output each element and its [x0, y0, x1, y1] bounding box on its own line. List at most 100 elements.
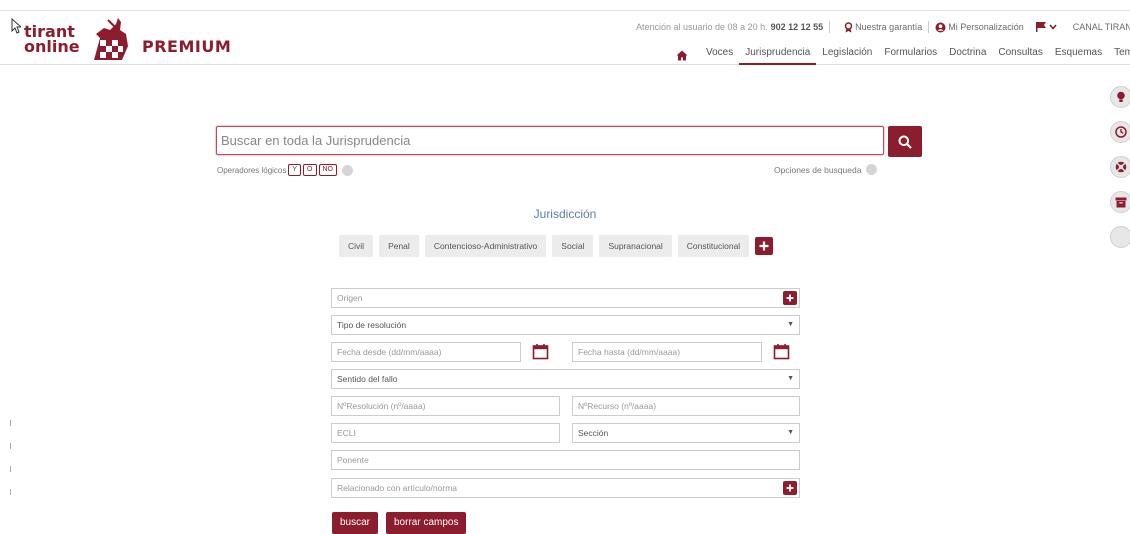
ribbon-icon: [844, 21, 853, 32]
sentido-fallo-value: Sentido del fallo: [337, 374, 398, 384]
guarantee-link[interactable]: Nuestra garantía: [844, 21, 922, 33]
nav-esquemas[interactable]: Esquemas: [1049, 46, 1108, 64]
num-resolucion-placeholder: NºResolución (nº/aaaa): [337, 401, 426, 411]
operators-label: Operadores lógicos: [217, 165, 287, 175]
search-input[interactable]: [216, 126, 884, 155]
home-link[interactable]: [670, 50, 694, 61]
help-icon[interactable]: [342, 164, 353, 176]
mouse-cursor-icon: [11, 18, 21, 34]
edge-tick: [10, 443, 11, 449]
add-jurisdiction-button[interactable]: [755, 237, 774, 255]
ecli-placeholder: ECLI: [337, 428, 356, 438]
operator-y-button[interactable]: Y: [288, 164, 302, 176]
tab-contencioso[interactable]: Contencioso-Administrativo: [424, 235, 547, 257]
nav-legislacion[interactable]: Legislación: [816, 46, 878, 64]
operator-no-button[interactable]: NO: [318, 164, 337, 176]
jurisdiction-title: Jurisdicción: [533, 207, 597, 221]
personalization-label: Mi Personalización: [948, 22, 1024, 32]
side-extra-button[interactable]: [1110, 226, 1130, 248]
side-bulb-button[interactable]: [1110, 86, 1130, 108]
premium-label: PREMIUM: [142, 37, 232, 56]
main-nav: Voces Jurisprudencia Legislación Formula…: [670, 46, 1130, 65]
tab-supranacional[interactable]: Supranacional: [599, 235, 672, 257]
home-icon: [676, 50, 688, 60]
help-icon[interactable]: [866, 164, 878, 175]
relacionado-field[interactable]: Relacionado con artículo/norma: [331, 478, 800, 498]
num-resolucion-input[interactable]: NºResolución (nº/aaaa): [331, 396, 560, 416]
relacionado-placeholder: Relacionado con artículo/norma: [337, 483, 458, 493]
canal-tirant-menu[interactable]: CANAL TIRANT: [1073, 22, 1130, 32]
fecha-desde-input[interactable]: Fecha desde (dd/mm/aaaa): [331, 342, 521, 362]
attention-hours: Atención al usuario de 08 a 20 h.: [636, 22, 768, 32]
nav-doctrina[interactable]: Doctrina: [943, 46, 992, 64]
nav-consultas[interactable]: Consultas: [992, 46, 1048, 64]
search-bar: [216, 126, 922, 157]
support-phone: 902 12 12 55: [770, 22, 824, 32]
ecli-input[interactable]: ECLI: [331, 423, 560, 443]
top-info-bar: Atención al usuario de 08 a 20 h. 902 12…: [636, 21, 1130, 33]
tab-social[interactable]: Social: [552, 235, 594, 257]
left-edge-marks: [10, 420, 11, 512]
flag-icon: [1035, 22, 1046, 32]
personalization-link[interactable]: Mi Personalización: [935, 22, 1024, 33]
plus-icon: [786, 484, 794, 492]
language-selector[interactable]: [1035, 22, 1059, 32]
fecha-hasta-placeholder: Fecha hasta (dd/mm/aaaa): [578, 347, 681, 357]
divider: [829, 21, 831, 33]
nav-formularios[interactable]: Formularios: [878, 46, 943, 64]
top-border: [0, 10, 1130, 11]
nav-jurisprudencia[interactable]: Jurisprudencia: [739, 46, 817, 65]
sentido-fallo-select[interactable]: Sentido del fallo ▼: [331, 369, 800, 389]
search-options[interactable]: Opciones de busqueda: [774, 164, 878, 175]
knight-logo-icon: [93, 18, 128, 60]
archive-icon: [1115, 197, 1127, 207]
header-divider: [0, 64, 1130, 65]
lifebuoy-icon: [1115, 161, 1127, 173]
tipo-resolucion-select[interactable]: Tipo de resolución ▼: [331, 315, 800, 335]
edge-tick: [10, 466, 11, 472]
user-icon: [935, 22, 946, 32]
calendar-icon[interactable]: [773, 343, 790, 360]
calendar-icon[interactable]: [532, 343, 549, 360]
logical-operators: Operadores lógicos Y O NO: [217, 164, 353, 176]
origen-field[interactable]: Origen: [331, 288, 800, 308]
tab-civil[interactable]: Civil: [339, 235, 374, 257]
logo-text: tirant online: [24, 24, 80, 55]
tab-penal[interactable]: Penal: [379, 235, 419, 257]
side-help-button[interactable]: [1110, 156, 1130, 178]
ponente-placeholder: Ponente: [337, 455, 369, 465]
add-origen-button[interactable]: [783, 291, 797, 305]
tirant-logo[interactable]: tirant online: [24, 16, 132, 62]
clock-icon: [1115, 126, 1127, 138]
buscar-button[interactable]: buscar: [332, 512, 379, 534]
borrar-campos-button[interactable]: borrar campos: [386, 512, 467, 534]
caret-down-icon: ▼: [787, 375, 794, 382]
bulb-icon: [1117, 91, 1125, 102]
caret-down-icon: ▼: [787, 429, 794, 436]
num-recurso-placeholder: NºRecurso (nº/aaaa): [578, 401, 657, 411]
nav-temas[interactable]: Temas: [1108, 46, 1130, 64]
divider: [928, 21, 930, 33]
fecha-hasta-input[interactable]: Fecha hasta (dd/mm/aaaa): [572, 342, 762, 362]
plus-icon: [759, 241, 769, 251]
search-button[interactable]: [888, 126, 922, 157]
operator-o-button[interactable]: O: [303, 164, 317, 176]
seccion-select[interactable]: Sección ▼: [572, 423, 800, 443]
edge-tick: [10, 420, 11, 426]
caret-down-icon: ▼: [787, 321, 794, 328]
fecha-desde-placeholder: Fecha desde (dd/mm/aaaa): [337, 347, 442, 357]
side-toolbar: [1110, 86, 1130, 261]
canal-label: CANAL TIRANT: [1072, 22, 1130, 32]
edge-tick: [10, 489, 11, 495]
seccion-value: Sección: [578, 428, 609, 438]
add-relacionado-button[interactable]: [783, 481, 797, 495]
num-recurso-input[interactable]: NºRecurso (nº/aaaa): [572, 396, 800, 416]
chevron-down-icon: [1049, 24, 1057, 30]
side-history-button[interactable]: [1110, 121, 1130, 143]
jurisdiction-tabs: Civil Penal Contencioso-Administrativo S…: [339, 235, 774, 257]
nav-voces[interactable]: Voces: [700, 46, 739, 64]
origen-placeholder: Origen: [337, 293, 363, 303]
tab-constitucional[interactable]: Constitucional: [677, 235, 750, 257]
ponente-input[interactable]: Ponente: [331, 450, 800, 470]
tipo-resolucion-value: Tipo de resolución: [337, 320, 407, 330]
